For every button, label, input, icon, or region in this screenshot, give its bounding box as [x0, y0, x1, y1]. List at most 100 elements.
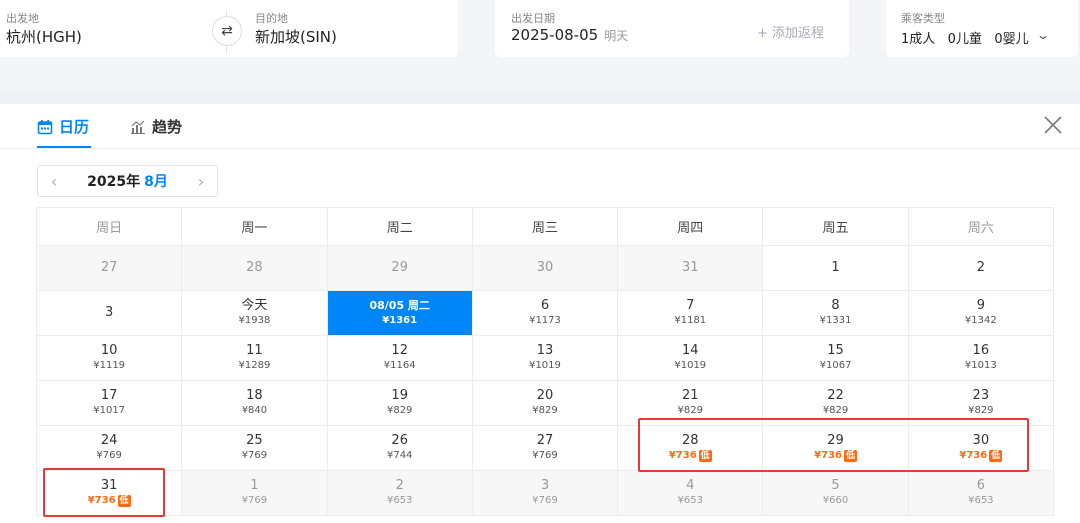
- date-input[interactable]: 2025-08-05 明天: [511, 26, 628, 44]
- day-number: 29: [827, 433, 844, 448]
- tab-active-indicator: [37, 146, 91, 148]
- calendar-day[interactable]: 7 ¥1181: [618, 291, 764, 336]
- calendar-day[interactable]: 1 ¥769: [182, 471, 328, 516]
- calendar-day[interactable]: 2 ¥653: [327, 471, 473, 516]
- day-number: 12: [391, 343, 408, 358]
- weekday-label: 周一: [182, 207, 328, 246]
- calendar-day[interactable]: 10 ¥1119: [36, 336, 183, 381]
- price-value: ¥829: [822, 405, 849, 416]
- calendar-day[interactable]: 14 ¥1019: [618, 336, 764, 381]
- to-label: 目的地: [255, 12, 288, 25]
- calendar-day[interactable]: 8 ¥1331: [763, 291, 909, 336]
- price-value: ¥744: [386, 450, 413, 461]
- calendar-day[interactable]: 6 ¥1173: [472, 291, 619, 336]
- add-return-button[interactable]: + 添加返程: [757, 22, 824, 41]
- chevron-down-icon[interactable]: ⌄: [1036, 28, 1050, 42]
- price-value: ¥829: [386, 405, 413, 416]
- passenger-card[interactable]: 乘客类型 1成人 0儿童 0婴儿 ⌄: [886, 0, 1078, 57]
- day-number: 29: [391, 260, 408, 275]
- day-price: ¥660: [823, 494, 848, 508]
- calendar-icon: [37, 119, 53, 134]
- calendar-day[interactable]: 4 ¥653: [618, 471, 764, 516]
- calendar-day[interactable]: 17 ¥1017: [36, 381, 183, 426]
- day-number: 15: [827, 343, 844, 358]
- calendar-day[interactable]: 1: [763, 246, 909, 291]
- calendar-grid: 周日 周一 周二 周三 周四 周五 周六 27 28 29 30 31 1 2 3 今天 ¥1938 08/05…: [36, 207, 1054, 516]
- calendar-day[interactable]: 08/05 周二 ¥1361: [327, 291, 473, 336]
- price-value: ¥1173: [529, 315, 561, 326]
- close-button[interactable]: [1040, 114, 1066, 140]
- calendar-day[interactable]: 6 ¥653: [908, 471, 1054, 516]
- day-price: ¥1019: [674, 359, 706, 373]
- weekday-header: 周日 周一 周二 周三 周四 周五 周六: [36, 207, 1054, 246]
- weekday-label: 周四: [618, 207, 764, 246]
- day-price: ¥1361: [382, 314, 417, 328]
- calendar-day[interactable]: 3: [36, 291, 183, 336]
- month-number: 8月: [144, 174, 168, 190]
- day-price: ¥1164: [384, 359, 416, 373]
- calendar-day[interactable]: 今天 ¥1938: [182, 291, 328, 336]
- calendar-day[interactable]: 30: [472, 246, 619, 291]
- day-number: 30: [972, 433, 990, 448]
- price-value: ¥1013: [964, 360, 997, 371]
- calendar-day[interactable]: 2: [908, 246, 1054, 291]
- calendar-day[interactable]: 21 ¥829: [618, 381, 764, 426]
- day-number: 28: [681, 433, 699, 448]
- day-number: 13: [536, 343, 554, 358]
- calendar-day[interactable]: 25 ¥769: [182, 426, 328, 471]
- calendar-day[interactable]: 27: [36, 246, 183, 291]
- calendar-day[interactable]: 31 ¥736 低: [36, 471, 183, 516]
- day-price: ¥769: [532, 494, 557, 508]
- calendar-day[interactable]: 13 ¥1019: [472, 336, 619, 381]
- calendar-day[interactable]: 20 ¥829: [472, 381, 619, 426]
- trend-chart-icon: [131, 120, 145, 134]
- calendar-day[interactable]: 5 ¥660: [763, 471, 909, 516]
- tab-calendar[interactable]: 日历: [37, 116, 89, 137]
- day-number: 1: [250, 478, 259, 493]
- day-price: ¥736 低: [669, 449, 712, 463]
- calendar-day[interactable]: 12 ¥1164: [327, 336, 473, 381]
- from-label: 出发地: [6, 12, 39, 25]
- day-price: ¥1013: [965, 359, 997, 373]
- swap-button[interactable]: ⇄: [212, 16, 242, 46]
- next-month-button[interactable]: ›: [185, 172, 217, 191]
- calendar-day[interactable]: 24 ¥769: [36, 426, 183, 471]
- calendar-day[interactable]: 29: [327, 246, 473, 291]
- day-number: 今天: [241, 298, 268, 313]
- calendar-day[interactable]: 9 ¥1342: [908, 291, 1054, 336]
- calendar-day[interactable]: 23 ¥829: [908, 381, 1054, 426]
- calendar-week: 24 ¥769 25 ¥769 26 ¥744 27 ¥769 28 ¥736 低 29 ¥736 低 30…: [36, 426, 1054, 471]
- swap-icon: ⇄: [221, 23, 233, 39]
- calendar-day[interactable]: 11 ¥1289: [182, 336, 328, 381]
- day-price: ¥1019: [529, 359, 561, 373]
- calendar-day[interactable]: 16 ¥1013: [908, 336, 1054, 381]
- calendar-day[interactable]: 30 ¥736 低: [908, 426, 1054, 471]
- prev-month-button[interactable]: ‹: [38, 172, 70, 191]
- calendar-day[interactable]: 18 ¥840: [182, 381, 328, 426]
- from-input[interactable]: 杭州(HGH): [6, 26, 82, 47]
- calendar-day[interactable]: 19 ¥829: [327, 381, 473, 426]
- price-value: ¥1119: [93, 360, 126, 371]
- day-price: ¥736 低: [814, 449, 857, 463]
- day-price: ¥1331: [820, 314, 852, 328]
- price-value: ¥736: [87, 495, 116, 506]
- day-number: 3: [540, 478, 550, 493]
- calendar-day[interactable]: 27 ¥769: [472, 426, 619, 471]
- calendar-day[interactable]: 29 ¥736 低: [763, 426, 909, 471]
- calendar-week: 3 今天 ¥1938 08/05 周二 ¥1361 6 ¥1173 7 ¥1181 8 ¥1331 9…: [36, 291, 1054, 336]
- day-number: 1: [831, 260, 840, 275]
- calendar-day[interactable]: 26 ¥744: [327, 426, 473, 471]
- calendar-day[interactable]: 31: [618, 246, 764, 291]
- calendar-day[interactable]: 3 ¥769: [472, 471, 619, 516]
- tab-trend[interactable]: 趋势: [130, 116, 182, 137]
- to-input[interactable]: 新加坡(SIN): [255, 26, 337, 47]
- weekday-label: 周二: [327, 207, 473, 246]
- calendar-day[interactable]: 28 ¥736 低: [618, 426, 764, 471]
- calendar-day[interactable]: 22 ¥829: [763, 381, 909, 426]
- calendar-week: 17 ¥1017 18 ¥840 19 ¥829 20 ¥829 21 ¥829 22 ¥829 23 ¥…: [36, 381, 1054, 426]
- calendar-week: 27 28 29 30 31 1 2: [36, 246, 1054, 291]
- price-value: ¥1019: [674, 360, 707, 371]
- calendar-day[interactable]: 28: [182, 246, 328, 291]
- calendar-day[interactable]: 15 ¥1067: [763, 336, 909, 381]
- day-number: 24: [100, 433, 118, 448]
